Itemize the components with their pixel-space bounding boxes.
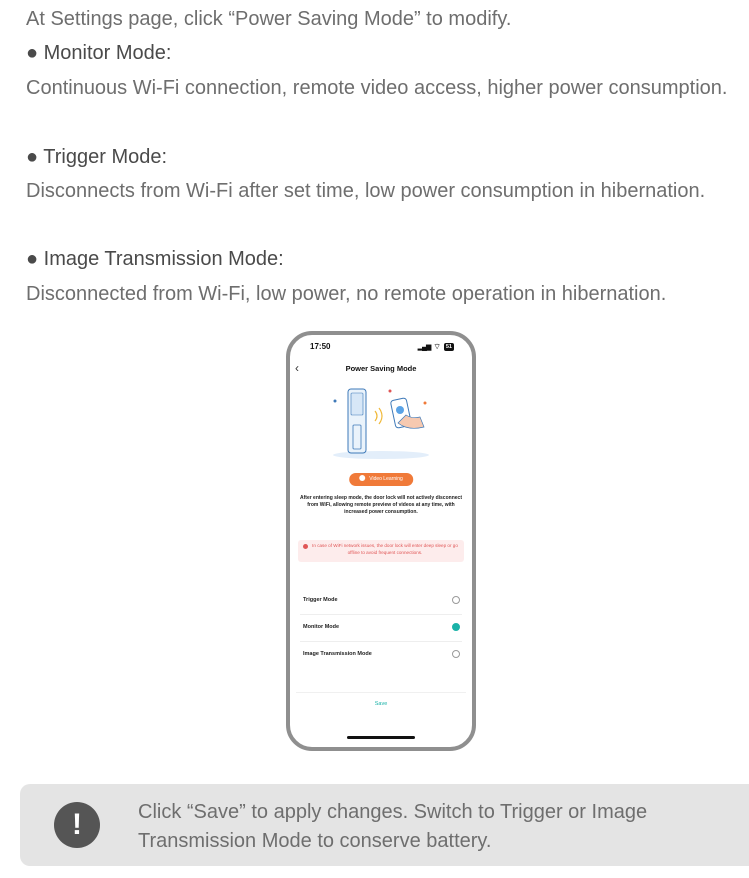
exclamation-icon: ! — [54, 802, 100, 848]
note-text: Click “Save” to apply changes. Switch to… — [138, 801, 648, 852]
image-transmission-mode-heading: ● Image Transmission Mode: — [26, 248, 284, 270]
warning-banner: In case of WiFi network issues, the door… — [298, 540, 464, 562]
monitor-mode-description: Continuous Wi-Fi connection, remote vide… — [26, 77, 728, 99]
status-bar: 17:50 ▂▄▆ ⌔ 51 — [310, 342, 454, 354]
play-icon — [359, 475, 366, 481]
option-image-transmission-mode[interactable]: Image Transmission Mode — [300, 642, 462, 668]
mode-options-list: Trigger Mode Monitor Mode Image Transmis… — [300, 588, 462, 668]
option-monitor-mode[interactable]: Monitor Mode — [300, 615, 462, 642]
trigger-mode-description: Disconnects from Wi-Fi after set time, l… — [26, 180, 706, 202]
radio-unselected-icon[interactable] — [452, 650, 460, 658]
home-indicator — [347, 736, 415, 739]
mode-description: After entering sleep mode, the door lock… — [300, 495, 462, 515]
status-time: 17:50 — [310, 342, 331, 351]
option-label: Monitor Mode — [303, 624, 340, 630]
save-button[interactable]: Save — [296, 701, 466, 707]
warning-icon — [303, 544, 308, 549]
video-learning-button[interactable]: Video Learning — [349, 473, 413, 486]
signal-icon: ▂▄▆ — [417, 344, 432, 351]
nav-bar: ‹ Power Saving Mode — [290, 359, 472, 379]
intro-text: At Settings page, click “Power Saving Mo… — [26, 8, 512, 30]
battery-icon: 51 — [443, 343, 454, 351]
option-label: Image Transmission Mode — [303, 651, 372, 657]
radio-unselected-icon[interactable] — [452, 596, 460, 604]
option-label: Trigger Mode — [303, 597, 338, 603]
door-lock-illustration-icon — [333, 388, 429, 459]
note-box: ! Click “Save” to apply changes. Switch … — [20, 784, 749, 866]
monitor-mode-heading: ● Monitor Mode: — [26, 42, 172, 64]
trigger-mode-heading: ● Trigger Mode: — [26, 146, 168, 168]
video-learning-label: Video Learning — [369, 476, 403, 482]
wifi-icon: ⌔ — [433, 342, 441, 351]
warning-text: In case of WiFi network issues, the door… — [312, 543, 458, 555]
option-trigger-mode[interactable]: Trigger Mode — [300, 588, 462, 615]
phone-screenshot: 17:50 ▂▄▆ ⌔ 51 ‹ Power Saving Mode Video… — [286, 331, 476, 751]
image-transmission-mode-description: Disconnected from Wi-Fi, low power, no r… — [26, 283, 667, 305]
radio-selected-icon[interactable] — [452, 623, 460, 631]
save-bar: Save — [296, 692, 466, 717]
screen-title: Power Saving Mode — [345, 364, 417, 373]
